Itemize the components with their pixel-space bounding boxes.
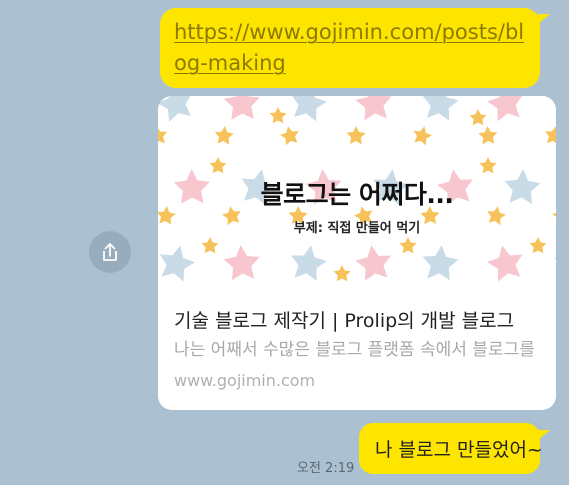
- link-preview-card[interactable]: 블로그는 어쩌다... 부제: 직접 만들어 먹기 기술 블로그 제작기 | P…: [158, 96, 556, 410]
- star-shape: [201, 237, 219, 254]
- bubble-tail: [538, 14, 550, 24]
- star-shape: [477, 125, 498, 145]
- star-shape: [269, 107, 287, 124]
- preview-headline: 블로그는 어쩌다...: [260, 180, 454, 209]
- star-shape: [410, 123, 434, 147]
- share-button[interactable]: [89, 231, 131, 273]
- star-shape: [278, 124, 301, 146]
- link-message-bubble[interactable]: https://www.gojimin.com/posts/blog-makin…: [160, 8, 540, 88]
- preview-description: 나는 어째서 수많은 블로그 플랫폼 속에서 블로그를 직접 만들게 되었을까: [174, 340, 540, 360]
- link-url[interactable]: https://www.gojimin.com/posts/blog-makin…: [174, 20, 524, 75]
- preview-domain: www.gojimin.com: [174, 371, 316, 390]
- preview-body: 기술 블로그 제작기 | Prolip의 개발 블로그 나는 어째서 수많은 블…: [158, 294, 556, 392]
- star-shape: [346, 125, 366, 145]
- star-shape: [484, 241, 527, 283]
- star-shape: [223, 96, 261, 121]
- star-shape: [158, 124, 169, 146]
- star-shape: [287, 242, 329, 283]
- message-text: 나 블로그 만들었어~: [375, 439, 543, 461]
- text-message-bubble[interactable]: 나 블로그 만들었어~: [359, 423, 543, 474]
- star-shape: [353, 242, 395, 282]
- star-shape: [420, 96, 461, 122]
- star-shape: [479, 157, 497, 174]
- preview-image: 블로그는 어쩌다... 부제: 직접 만들어 먹기: [158, 96, 556, 294]
- preview-title: 기술 블로그 제작기 | Prolip의 개발 블로그: [174, 310, 515, 332]
- message-timestamp: 오전 2:19: [297, 461, 355, 476]
- star-shape: [158, 241, 198, 284]
- star-shape: [158, 96, 198, 124]
- star-shape: [287, 96, 330, 123]
- star-shape: [333, 265, 351, 282]
- share-icon: [103, 243, 117, 261]
- star-shape: [469, 109, 487, 126]
- preview-subheadline: 부제: 직접 만들어 먹기: [293, 221, 421, 236]
- star-shape: [543, 124, 556, 146]
- star-shape: [399, 237, 417, 254]
- star-shape: [529, 237, 547, 254]
- star-shape: [553, 96, 556, 121]
- star-shape: [354, 96, 394, 122]
- star-shape: [209, 157, 227, 174]
- star-shape: [420, 243, 460, 281]
- star-shape: [553, 244, 556, 280]
- star-shape: [222, 243, 262, 281]
- bubble-tail: [538, 430, 550, 440]
- star-shape: [484, 96, 527, 123]
- star-shape: [213, 125, 235, 145]
